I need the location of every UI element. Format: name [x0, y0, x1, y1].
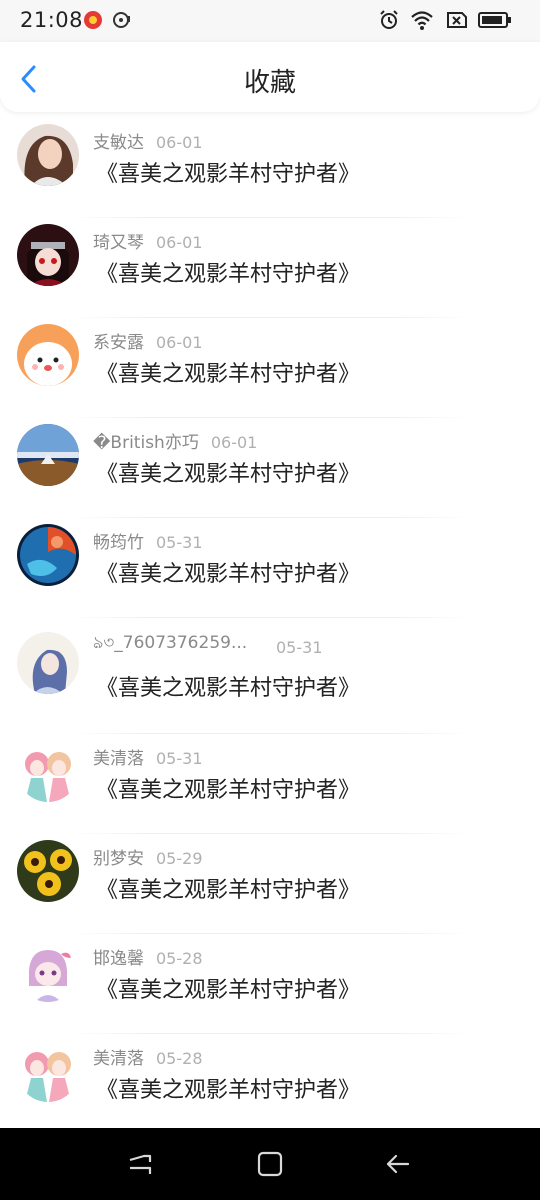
username: 美清落: [93, 1049, 144, 1069]
planet-avatar-icon: [17, 524, 79, 586]
recent-apps-icon: [129, 1154, 152, 1174]
status-left-icons: [84, 10, 132, 30]
avatar[interactable]: [17, 940, 79, 1002]
item-meta: 畅筠竹 05-31: [93, 528, 203, 553]
list-item[interactable]: 邯逸馨 05-28 《喜美之观影羊村守护者》: [0, 934, 540, 1034]
username: 畅筠竹: [93, 533, 144, 553]
list-item[interactable]: 系安露 06-01 《喜美之观影羊村守护者》: [0, 318, 540, 418]
avatar[interactable]: [17, 632, 79, 694]
page-header: 收藏: [0, 42, 540, 112]
username: 系安露: [93, 333, 144, 353]
list-item[interactable]: 美清落 05-28 《喜美之观影羊村守护者》: [0, 1034, 540, 1134]
list-item[interactable]: 美清落 05-31 《喜美之观影羊村守护者》: [0, 734, 540, 834]
app-notification-icon: [84, 11, 102, 29]
avatar[interactable]: [17, 124, 79, 186]
chibi-girl-avatar-icon: [17, 940, 79, 1002]
item-meta: 支敏达 06-01: [93, 128, 203, 153]
flowers-avatar-icon: [17, 840, 79, 902]
landscape-avatar-icon: [17, 424, 79, 486]
home-icon: [257, 1151, 283, 1177]
avatar[interactable]: [17, 324, 79, 386]
cartoon-animal-avatar-icon: [17, 324, 79, 386]
username: 别梦安: [93, 849, 144, 869]
post-title[interactable]: 《喜美之观影羊村守护者》: [96, 972, 360, 1004]
username: 邯逸馨: [93, 949, 144, 969]
post-title[interactable]: 《喜美之观影羊村守护者》: [96, 156, 360, 188]
post-date: 06-01: [156, 333, 203, 352]
item-meta: 琦又琴 06-01: [93, 228, 203, 253]
wifi-icon: [411, 11, 433, 30]
avatar[interactable]: [17, 224, 79, 286]
home-button[interactable]: [250, 1146, 290, 1182]
no-sim-icon: [447, 12, 467, 28]
item-meta: 美清落 05-31: [93, 744, 203, 769]
post-title[interactable]: 《喜美之观影羊村守护者》: [96, 1072, 360, 1104]
post-date: 05-29: [156, 849, 203, 868]
avatar[interactable]: [17, 740, 79, 802]
username: 支敏达: [93, 133, 144, 153]
post-date: 06-01: [156, 233, 203, 252]
post-date: 05-28: [156, 949, 203, 968]
post-title[interactable]: 《喜美之观影羊村守护者》: [96, 872, 360, 904]
list-item[interactable]: ঌ৩_7607376259... 05-31 《喜美之观影羊村守护者》: [0, 618, 540, 734]
avatar[interactable]: [17, 524, 79, 586]
post-date: 05-31: [276, 638, 323, 657]
anime-ninja-avatar-icon: [17, 224, 79, 286]
status-time: 21:08: [20, 8, 84, 32]
post-title[interactable]: 《喜美之观影羊村守护者》: [96, 670, 360, 702]
username: �British亦巧: [93, 433, 199, 453]
avatar[interactable]: [17, 424, 79, 486]
post-title[interactable]: 《喜美之观影羊村守护者》: [96, 772, 360, 804]
back-arrow-icon: [386, 1154, 410, 1174]
item-meta: �British亦巧 06-01: [93, 428, 257, 453]
system-back-button[interactable]: [378, 1146, 418, 1182]
post-date: 06-01: [210, 433, 258, 452]
username: 琦又琴: [93, 233, 144, 253]
post-date: 06-01: [156, 133, 203, 152]
illustration-girl-avatar-icon: [17, 632, 79, 694]
username: ঌ৩_7607376259...: [93, 633, 248, 653]
list-item[interactable]: 支敏达 06-01 《喜美之观影羊村守护者》: [0, 118, 540, 218]
post-title[interactable]: 《喜美之观影羊村守护者》: [96, 456, 360, 488]
item-meta: ঌ৩_7607376259... 05-31: [93, 630, 323, 658]
battery-icon: [478, 12, 511, 28]
post-date: 05-28: [156, 1049, 203, 1068]
username: 美清落: [93, 749, 144, 769]
post-title[interactable]: 《喜美之观影羊村守护者》: [96, 256, 360, 288]
avatar[interactable]: [17, 840, 79, 902]
list-item[interactable]: 畅筠竹 05-31 《喜美之观影羊村守护者》: [0, 518, 540, 618]
favorites-list: 支敏达 06-01 《喜美之观影羊村守护者》 琦又琴 06-01 《喜美之观影羊村守…: [0, 118, 540, 1134]
system-nav-bar: [0, 1128, 540, 1200]
music-notification-icon: [113, 12, 130, 28]
status-bar: 21:08: [0, 0, 540, 42]
list-item[interactable]: �British亦巧 06-01 《喜美之观影羊村守护者》: [0, 418, 540, 518]
post-date: 05-31: [156, 533, 203, 552]
list-item[interactable]: 琦又琴 06-01 《喜美之观影羊村守护者》: [0, 218, 540, 318]
page-title: 收藏: [243, 68, 296, 98]
anime-girls-avatar-icon: [17, 740, 79, 802]
recent-apps-button[interactable]: [120, 1146, 160, 1182]
anime-girls-avatar-icon: [17, 1040, 79, 1102]
post-date: 05-31: [156, 749, 203, 768]
alarm-icon: [380, 10, 398, 29]
post-title[interactable]: 《喜美之观影羊村守护者》: [96, 556, 360, 588]
item-meta: 别梦安 05-29: [93, 844, 203, 869]
item-meta: 美清落 05-28: [93, 1044, 203, 1069]
item-meta: 邯逸馨 05-28: [93, 944, 203, 969]
avatar[interactable]: [17, 1040, 79, 1102]
post-title[interactable]: 《喜美之观影羊村守护者》: [96, 356, 360, 388]
list-item[interactable]: 别梦安 05-29 《喜美之观影羊村守护者》: [0, 834, 540, 934]
portrait-avatar-icon: [17, 124, 79, 186]
status-right-icons: [378, 9, 512, 31]
item-meta: 系安露 06-01: [93, 328, 203, 353]
